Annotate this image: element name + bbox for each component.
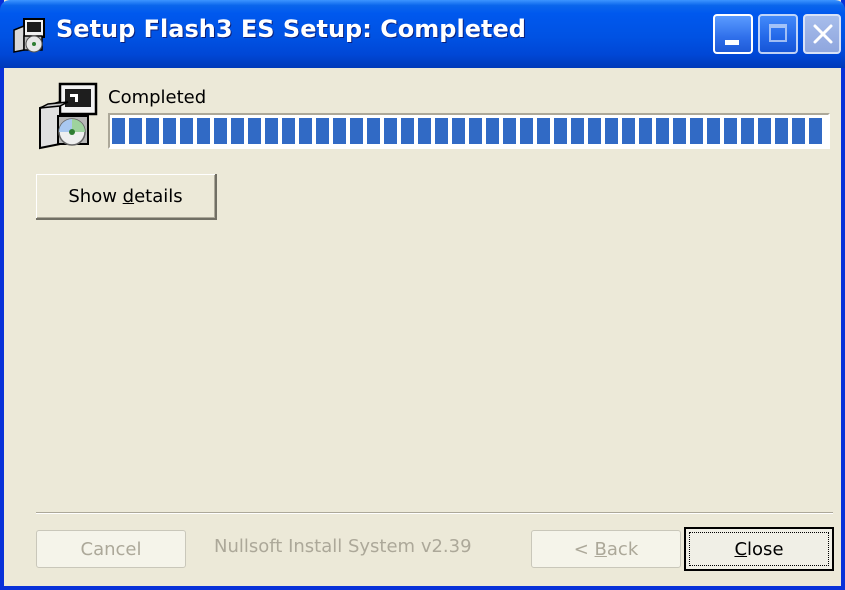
close-icon — [813, 24, 833, 44]
show-details-button[interactable]: Show d etails — [36, 174, 217, 220]
branding-text: Nullsoft Install System v2.39 — [214, 536, 472, 557]
title-bar[interactable]: Setup Flash3 ES Setup: Completed — [0, 0, 845, 68]
minimize-icon — [725, 40, 739, 45]
window-title: Setup Flash3 ES Setup: Completed — [56, 15, 526, 43]
show-details-accelerator: d — [122, 185, 135, 207]
maximize-icon — [769, 24, 787, 42]
focus-rectangle — [689, 532, 829, 566]
back-accelerator: B — [594, 538, 607, 560]
cancel-button[interactable]: Cancel — [36, 530, 186, 568]
setup-package-icon — [39, 82, 98, 150]
status-label: Completed — [108, 87, 207, 108]
back-label-end: ack — [606, 538, 639, 560]
maximize-button[interactable] — [758, 14, 798, 54]
setup-window: Setup Flash3 ES Setup: Completed Complet… — [0, 0, 845, 590]
show-details-label-end: etails — [134, 185, 183, 207]
close-window-button[interactable] — [803, 14, 841, 54]
show-details-label-start: Show — [68, 185, 123, 207]
installer-app-icon — [13, 18, 45, 53]
progress-fill — [112, 118, 826, 144]
progress-bar — [108, 113, 830, 149]
cancel-label: Cancel — [80, 538, 142, 560]
minimize-button[interactable] — [713, 14, 753, 54]
back-button[interactable]: < Back — [531, 530, 681, 568]
close-button[interactable]: Close — [684, 527, 834, 571]
footer-divider — [36, 512, 833, 514]
back-label-start: < — [573, 538, 595, 560]
